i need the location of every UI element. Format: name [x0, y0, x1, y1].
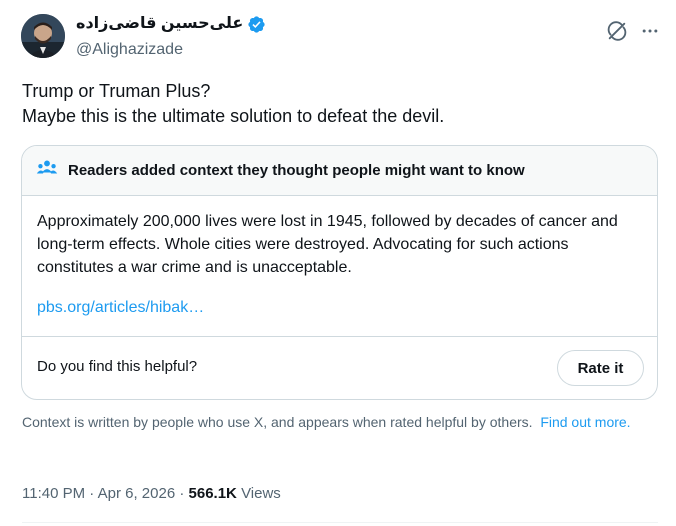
community-note-title: Readers added context they thought peopl…: [68, 162, 525, 179]
meta-separator: ·: [179, 485, 185, 502]
author-display-name[interactable]: علی‌حسین قاضی‌زاده: [76, 14, 243, 34]
post-text-line: Trump or Truman Plus?: [22, 81, 211, 101]
avatar-image: [21, 14, 65, 58]
context-footer: Context is written by people who use X, …: [22, 413, 652, 432]
community-note-body: Approximately 200,000 lives were lost in…: [37, 213, 618, 276]
post-meta: 11:40 PM · Apr 6, 2026 · 566.1K Views: [22, 484, 281, 504]
meta-separator: ·: [89, 485, 95, 502]
find-out-more-link[interactable]: Find out more.: [540, 414, 630, 430]
views-count: 566.1K: [188, 485, 237, 502]
avatar[interactable]: [21, 14, 65, 58]
community-note-source-link[interactable]: pbs.org/articles/hibak…: [37, 299, 204, 317]
rate-it-button[interactable]: Rate it: [557, 350, 644, 386]
more-options-icon[interactable]: [637, 18, 663, 44]
verified-badge-icon[interactable]: [247, 15, 266, 34]
post-text: Trump or Truman Plus? Maybe this is the …: [22, 79, 652, 129]
author-name-row: علی‌حسین قاضی‌زاده: [76, 14, 266, 34]
author-handle[interactable]: @Alighazizade: [76, 40, 183, 60]
community-note: Readers added context they thought peopl…: [21, 145, 658, 400]
post-time[interactable]: 11:40 PM: [22, 485, 85, 502]
views-label: Views: [241, 485, 281, 502]
divider: [22, 522, 658, 523]
people-icon: [36, 158, 58, 183]
post-date[interactable]: Apr 6, 2026: [98, 485, 176, 502]
post-text-line: Maybe this is the ultimate solution to d…: [22, 106, 445, 126]
context-footer-text: Context is written by people who use X, …: [22, 414, 533, 430]
grok-icon[interactable]: [604, 18, 630, 44]
divider: [22, 336, 657, 337]
helpful-question: Do you find this helpful?: [37, 358, 198, 375]
community-note-header: Readers added context they thought peopl…: [22, 146, 657, 196]
tweet: علی‌حسین قاضی‌زاده @Alighazizade Trump o…: [0, 0, 676, 526]
